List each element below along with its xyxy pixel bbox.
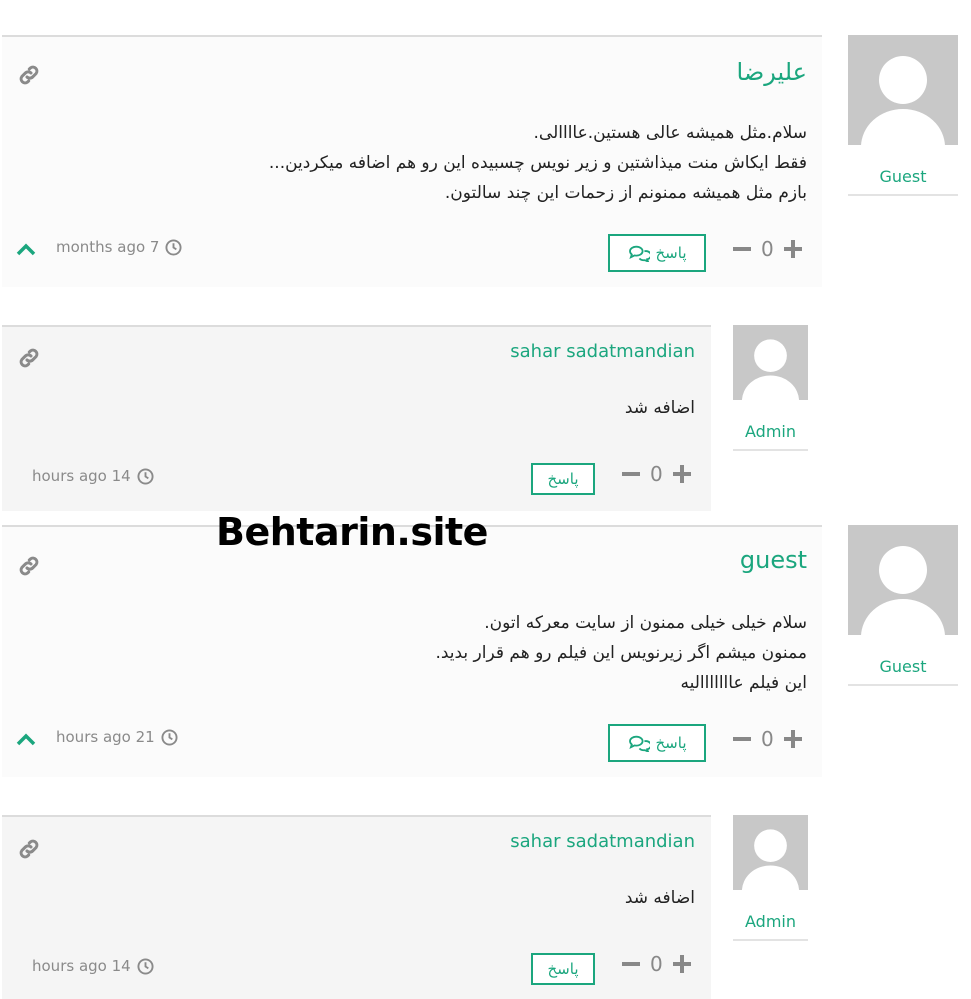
avatar: [848, 35, 958, 145]
vote-count: 0: [761, 237, 774, 261]
downvote-button[interactable]: [622, 955, 640, 973]
collapse-chevron-up-icon[interactable]: [15, 242, 37, 256]
comment-timestamp: months ago 7: [56, 238, 183, 256]
upvote-button[interactable]: [672, 955, 691, 973]
comment-avatar: Guest: [848, 525, 958, 686]
comment-line: اضافه شد: [624, 398, 695, 418]
upvote-button[interactable]: [783, 730, 802, 748]
upvote-button[interactable]: [783, 240, 802, 258]
comment-avatar: Admin: [733, 325, 808, 451]
timestamp-text: hours ago 14: [32, 957, 131, 975]
clock-icon: [165, 238, 183, 256]
comment-timestamp: hours ago 14: [32, 467, 154, 485]
reply-label: پاسخ: [655, 244, 687, 262]
vote-count: 0: [761, 727, 774, 751]
vote-control: 0: [733, 237, 802, 261]
collapse-chevron-up-icon[interactable]: [15, 732, 37, 746]
permalink-icon[interactable]: [17, 346, 41, 370]
clock-icon: [137, 467, 154, 485]
comment-line: اضافه شد: [624, 888, 695, 908]
vote-count: 0: [650, 462, 663, 486]
comment-avatar: Admin: [733, 815, 808, 941]
reply-label: پاسخ: [547, 960, 579, 978]
user-silhouette-icon: [861, 546, 945, 635]
reply-label: پاسخ: [547, 470, 579, 488]
downvote-button[interactable]: [733, 240, 751, 258]
clock-icon: [161, 728, 178, 746]
clock-icon: [137, 957, 154, 975]
author-role: Admin: [733, 400, 808, 451]
comment-author[interactable]: sahar sadatmandian: [510, 831, 695, 852]
user-silhouette-icon: [861, 56, 945, 145]
comment-line: ممنون میشم اگر زیرنویس این فیلم رو هم قر…: [435, 643, 807, 663]
author-role: Guest: [848, 145, 958, 196]
chat-bubbles-icon: [628, 735, 650, 752]
comment-line: بازم مثل همیشه ممنونم از زحمات این چند س…: [444, 183, 807, 203]
chat-bubbles-icon: [628, 245, 650, 262]
avatar: [733, 325, 808, 400]
vote-count: 0: [650, 952, 663, 976]
comment-body: سلام خیلی خیلی ممنون از سایت معرکه اتون.…: [435, 608, 807, 698]
watermark: Behtarin.site: [216, 510, 488, 554]
vote-control: 0: [733, 727, 802, 751]
comment-line: سلام خیلی خیلی ممنون از سایت معرکه اتون.: [484, 613, 807, 633]
comment-body: اضافه شد: [625, 883, 695, 913]
comment-author[interactable]: sahar sadatmandian: [510, 341, 695, 362]
avatar: [848, 525, 958, 635]
timestamp-text: hours ago 14: [32, 467, 131, 485]
reply-button[interactable]: پاسخ: [608, 724, 706, 762]
timestamp-text: months ago 7: [56, 238, 160, 256]
comment-author[interactable]: علیرضا: [737, 58, 807, 86]
timestamp-text: hours ago 21: [56, 728, 155, 746]
reply-label: پاسخ: [655, 734, 687, 752]
reply-button[interactable]: پاسخ: [608, 234, 706, 272]
comment-body: سلام.مثل همیشه عالی هستین.عاااالی. فقط ا…: [269, 118, 807, 208]
author-role: Guest: [848, 635, 958, 686]
comment-timestamp: hours ago 14: [32, 957, 154, 975]
vote-control: 0: [622, 952, 691, 976]
avatar: [733, 815, 808, 890]
reply-button[interactable]: پاسخ: [531, 463, 595, 495]
user-silhouette-icon: [741, 829, 800, 890]
permalink-icon[interactable]: [17, 837, 41, 861]
vote-control: 0: [622, 462, 691, 486]
comment-line: فقط ایکاش منت میذاشتین و زیر نویس چسبیده…: [268, 153, 807, 173]
reply-button[interactable]: پاسخ: [531, 953, 595, 985]
permalink-icon[interactable]: [17, 63, 41, 87]
comment-body: اضافه شد: [625, 393, 695, 423]
user-silhouette-icon: [741, 339, 800, 400]
downvote-button[interactable]: [733, 730, 751, 748]
upvote-button[interactable]: [672, 465, 691, 483]
comment-line: سلام.مثل همیشه عالی هستین.عاااالی.: [533, 123, 808, 143]
author-role: Admin: [733, 890, 808, 941]
comment-line: این فیلم عااااااالیه: [680, 673, 808, 693]
comment-timestamp: hours ago 21: [56, 728, 178, 746]
downvote-button[interactable]: [622, 465, 640, 483]
comment-avatar: Guest: [848, 35, 958, 196]
comment-author[interactable]: guest: [740, 546, 807, 574]
permalink-icon[interactable]: [17, 554, 41, 578]
